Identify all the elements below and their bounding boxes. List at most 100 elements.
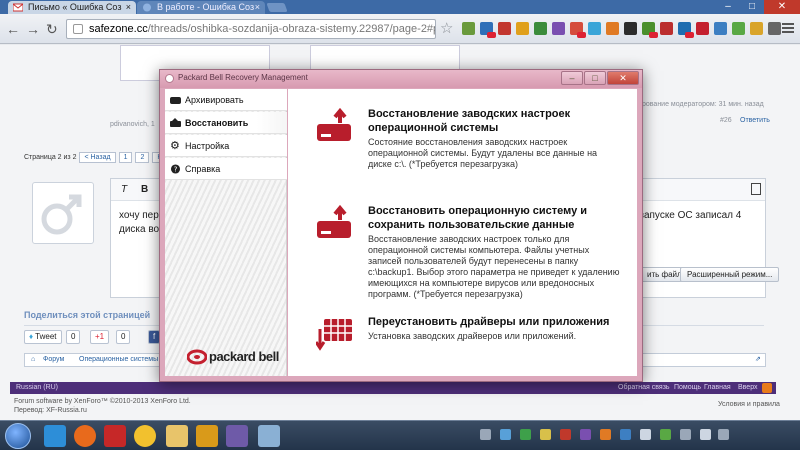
breadcrumb-forum[interactable]: Форум: [43, 354, 64, 366]
home-icon[interactable]: ⌂: [31, 354, 35, 366]
browser-tab-2-label: В работе - Ошибка Соз: [157, 2, 255, 12]
tray-icon[interactable]: [560, 429, 571, 440]
chrome-icon[interactable]: [134, 425, 156, 447]
extension-icon[interactable]: [768, 22, 781, 35]
tweet-button[interactable]: ♦ Tweet: [24, 330, 62, 344]
pager-page-2[interactable]: 2: [135, 152, 150, 163]
extension-icon[interactable]: [462, 22, 475, 35]
extension-icon[interactable]: [642, 22, 658, 38]
tray-icon[interactable]: [580, 429, 591, 440]
legal-line-2[interactable]: Перевод: XF-Russia.ru: [14, 407, 87, 414]
extension-icon[interactable]: [732, 22, 745, 35]
breadcrumb-os[interactable]: Операционные системы: [79, 354, 158, 366]
volume-icon[interactable]: [700, 429, 711, 440]
footer-link-top[interactable]: Вверх: [738, 382, 758, 394]
tray-icon[interactable]: [660, 429, 671, 440]
tray-icon[interactable]: [480, 429, 491, 440]
extension-icon[interactable]: [714, 22, 727, 35]
extension-icon[interactable]: [750, 22, 763, 35]
language-chooser[interactable]: Russian (RU): [16, 382, 58, 394]
app-icon: [165, 74, 174, 83]
extension-icon[interactable]: [660, 22, 673, 35]
minimize-icon[interactable]: –: [561, 71, 583, 85]
tray-icon[interactable]: [640, 429, 651, 440]
editor-line: диска вос: [119, 224, 165, 235]
extension-icon[interactable]: [498, 22, 511, 35]
post-number[interactable]: #26: [720, 117, 732, 124]
sidebar-item-restore[interactable]: Восстановить: [165, 112, 287, 134]
gplus-button[interactable]: +1: [90, 330, 110, 344]
ie-icon[interactable]: [44, 425, 66, 447]
window-controls: – □ ✕: [716, 0, 800, 14]
extension-icon[interactable]: [696, 22, 709, 35]
browser-tab-2[interactable]: В работе - Ошибка Соз ×: [137, 1, 265, 14]
tray-icon[interactable]: [620, 429, 631, 440]
extension-icon[interactable]: [534, 22, 547, 35]
network-icon[interactable]: [718, 429, 729, 440]
footer-link-home[interactable]: Главная: [704, 382, 731, 394]
extension-icon[interactable]: [624, 22, 637, 35]
windows-taskbar: [0, 420, 800, 450]
avatar[interactable]: [32, 182, 94, 244]
close-tab-icon[interactable]: ×: [255, 1, 260, 14]
reply-link[interactable]: Ответить: [740, 117, 770, 124]
tray-icon[interactable]: [520, 429, 531, 440]
gear-icon: ⚙: [170, 140, 180, 152]
restore-options-panel: Восстановление заводских настроек операц…: [288, 89, 637, 376]
pager-back[interactable]: < Назад: [79, 152, 116, 163]
bold-icon[interactable]: B: [141, 184, 148, 195]
media-player-icon[interactable]: [196, 425, 218, 447]
maximize-icon[interactable]: □: [584, 71, 606, 85]
bookmark-star-icon[interactable]: ☆: [440, 21, 453, 37]
close-icon[interactable]: ✕: [607, 71, 639, 85]
rss-icon[interactable]: [762, 383, 772, 393]
tray-icon[interactable]: [600, 429, 611, 440]
close-window-icon[interactable]: ✕: [764, 0, 800, 14]
option-title: Восстановить операционную систему и сохр…: [368, 205, 588, 231]
extension-icon[interactable]: [552, 22, 565, 35]
tray-icon[interactable]: [680, 429, 691, 440]
sidebar-item-help[interactable]: ? Справка: [165, 158, 287, 180]
sidebar-item-backup[interactable]: Архивировать: [165, 89, 287, 111]
reload-icon[interactable]: ↻: [46, 21, 58, 37]
sidebar-item-settings[interactable]: ⚙ Настройка: [165, 135, 287, 157]
toggle-source-icon[interactable]: [751, 183, 761, 195]
tray-icon[interactable]: [540, 429, 551, 440]
back-arrow-icon[interactable]: ←: [6, 21, 20, 37]
minimize-icon[interactable]: –: [716, 0, 740, 14]
page-info-icon[interactable]: [73, 24, 83, 34]
svg-text:?: ?: [174, 165, 178, 174]
new-tab-button[interactable]: [266, 3, 288, 12]
post-author[interactable]: pdivanovich, 1: [110, 121, 155, 128]
share-link-icon[interactable]: ⇗: [755, 354, 761, 366]
extension-icon[interactable]: [516, 22, 529, 35]
extension-icon[interactable]: [678, 22, 694, 38]
pager-page-1[interactable]: 1: [118, 152, 133, 163]
recovery-app-icon[interactable]: [258, 425, 280, 447]
browser-tab-1[interactable]: Письмо « Ошибка Соз ×: [8, 1, 136, 14]
extension-icon[interactable]: [570, 22, 586, 38]
terms-link[interactable]: Условия и правила: [718, 401, 780, 408]
app-icon[interactable]: [226, 425, 248, 447]
extension-icon[interactable]: [606, 22, 619, 35]
yandex-icon[interactable]: [104, 425, 126, 447]
remove-format-icon[interactable]: T: [121, 184, 127, 195]
packard-bell-logo: packard bell: [187, 348, 287, 368]
advanced-mode-button[interactable]: Расширенный режим...: [680, 267, 780, 282]
extension-icon[interactable]: [588, 22, 601, 35]
explorer-icon[interactable]: [166, 425, 188, 447]
chrome-menu-icon[interactable]: [782, 23, 794, 35]
close-tab-icon[interactable]: ×: [126, 1, 131, 14]
address-bar[interactable]: safezone.cc/threads/oshibka-sozdanija-ob…: [66, 19, 436, 39]
tray-icon[interactable]: [500, 429, 511, 440]
option-description: Состояние восстановления заводских настр…: [368, 137, 598, 169]
maximize-icon[interactable]: □: [740, 0, 764, 14]
footer-link-help[interactable]: Помощь: [674, 382, 701, 394]
dialog-titlebar[interactable]: Packard Bell Recovery Management – □ ✕: [160, 70, 642, 88]
forward-arrow-icon[interactable]: →: [26, 21, 40, 37]
extension-icon[interactable]: [480, 22, 496, 38]
moderation-note: рование модератором: 31 мин. назад: [642, 101, 764, 108]
footer-link-feedback[interactable]: Обратная связь: [618, 382, 670, 394]
firefox-icon[interactable]: [74, 425, 96, 447]
start-button[interactable]: [5, 423, 31, 449]
